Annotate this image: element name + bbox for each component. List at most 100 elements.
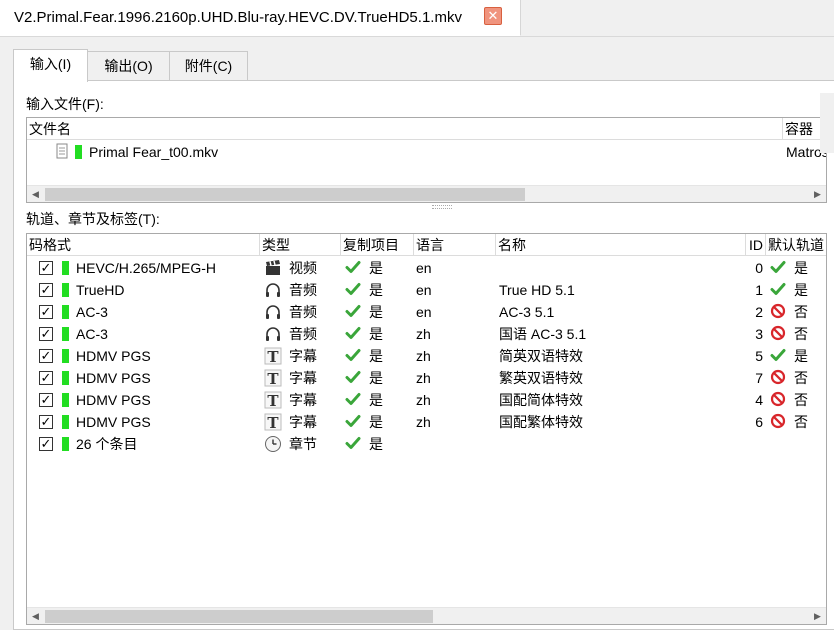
check-icon	[344, 413, 362, 431]
track-indicator	[62, 437, 69, 451]
track-language: en	[416, 282, 432, 298]
track-id: 5	[755, 348, 763, 364]
scroll-right-arrow-icon[interactable]: ▶	[809, 186, 826, 202]
track-default: 否	[794, 326, 808, 342]
track-copy: 是	[369, 304, 383, 320]
panel-vscrollbar[interactable]	[820, 93, 834, 153]
tracks-list[interactable]: 码格式 类型 复制项目 语言 名称 ID 默认轨道 ✓ HEVC/H.265/MP…	[26, 233, 827, 625]
text-t-icon: T	[264, 347, 282, 366]
header-codec[interactable]: 码格式	[27, 234, 260, 256]
header-filename[interactable]: 文件名	[27, 118, 783, 140]
tab-attachments[interactable]: 附件(C)	[169, 51, 248, 81]
track-copy: 是	[369, 436, 383, 452]
svg-text:T: T	[267, 414, 279, 431]
tracks-header: 码格式 类型 复制项目 语言 名称 ID 默认轨道	[27, 234, 826, 256]
check-icon	[344, 325, 362, 343]
header-copy[interactable]: 复制项目	[341, 234, 414, 256]
scroll-thumb[interactable]	[45, 188, 525, 201]
track-id: 0	[755, 260, 763, 276]
header-name[interactable]: 名称	[496, 234, 746, 256]
track-name: 国语 AC-3 5.1	[499, 326, 587, 342]
header-language[interactable]: 语言	[414, 234, 496, 256]
track-language: zh	[416, 414, 431, 430]
track-codec: HDMV PGS	[76, 392, 151, 408]
content-area: 输入(I) 输出(O) 附件(C) 输入文件(F): 文件名 容器 Primal…	[0, 36, 834, 630]
track-copy: 是	[369, 370, 383, 386]
track-id: 7	[755, 370, 763, 386]
track-enabled-checkbox[interactable]: ✓	[39, 437, 53, 451]
track-enabled-checkbox[interactable]: ✓	[39, 327, 53, 341]
input-files-hscrollbar[interactable]: ◀ ▶	[27, 185, 826, 202]
track-type: 音频	[289, 304, 317, 320]
track-indicator	[62, 261, 69, 275]
track-copy: 是	[369, 282, 383, 298]
clock-icon	[264, 435, 282, 453]
track-enabled-checkbox[interactable]: ✓	[39, 349, 53, 363]
headphones-icon	[264, 303, 282, 321]
track-indicator	[62, 393, 69, 407]
track-enabled-checkbox[interactable]: ✓	[39, 415, 53, 429]
track-row[interactable]: ✓ HDMV PGS T 字幕 是 zh 繁英双语特效 7 否	[27, 367, 826, 389]
track-language: zh	[416, 348, 431, 364]
track-enabled-checkbox[interactable]: ✓	[39, 261, 53, 275]
splitter-handle[interactable]	[432, 205, 452, 209]
tab-input[interactable]: 输入(I)	[13, 49, 88, 82]
track-language: en	[416, 304, 432, 320]
track-codec: HDMV PGS	[76, 414, 151, 430]
no-icon	[769, 369, 787, 387]
file-indicator	[75, 145, 82, 159]
track-row[interactable]: ✓ HEVC/H.265/MPEG-H 视频 是 en 0 是	[27, 257, 826, 279]
track-row[interactable]: ✓ 26 个条目 章节 是	[27, 433, 826, 455]
track-codec: AC-3	[76, 304, 108, 320]
track-row[interactable]: ✓ TrueHD 音频 是 en True HD 5.1 1 是	[27, 279, 826, 301]
track-id	[746, 433, 763, 455]
header-id[interactable]: ID	[746, 234, 766, 256]
track-indicator	[62, 327, 69, 341]
scroll-thumb[interactable]	[45, 610, 433, 623]
track-type: 字幕	[289, 392, 317, 408]
input-files-list[interactable]: 文件名 容器 Primal Fear_t00.mkv Matroska ◀ ▶	[26, 117, 827, 203]
document-tab-title: V2.Primal.Fear.1996.2160p.UHD.Blu-ray.HE…	[14, 9, 462, 26]
check-icon	[769, 281, 787, 299]
tab-output[interactable]: 输出(O)	[87, 51, 170, 81]
track-row[interactable]: ✓ HDMV PGS T 字幕 是 zh 国配简体特效 4 否	[27, 389, 826, 411]
track-name: 繁英双语特效	[499, 370, 583, 386]
track-row[interactable]: ✓ HDMV PGS T 字幕 是 zh 国配繁体特效 6 否	[27, 411, 826, 433]
track-enabled-checkbox[interactable]: ✓	[39, 305, 53, 319]
track-enabled-checkbox[interactable]: ✓	[39, 371, 53, 385]
track-codec: HDMV PGS	[76, 348, 151, 364]
track-indicator	[62, 371, 69, 385]
document-tab-bar: V2.Primal.Fear.1996.2160p.UHD.Blu-ray.HE…	[0, 0, 834, 36]
track-enabled-checkbox[interactable]: ✓	[39, 283, 53, 297]
headphones-icon	[264, 281, 282, 299]
document-tab[interactable]: V2.Primal.Fear.1996.2160p.UHD.Blu-ray.HE…	[0, 0, 521, 36]
file-name: Primal Fear_t00.mkv	[89, 144, 219, 160]
check-icon	[344, 347, 362, 365]
track-codec: AC-3	[76, 326, 108, 342]
scroll-left-arrow-icon[interactable]: ◀	[27, 608, 44, 624]
svg-text:T: T	[267, 348, 279, 365]
track-row[interactable]: ✓ AC-3 音频 是 en AC-3 5.1 2 否	[27, 301, 826, 323]
input-files-header: 文件名 容器	[27, 118, 826, 140]
close-tab-button[interactable]: ✕	[484, 7, 502, 25]
header-default[interactable]: 默认轨道	[766, 234, 826, 256]
track-enabled-checkbox[interactable]: ✓	[39, 393, 53, 407]
input-file-row[interactable]: Primal Fear_t00.mkv Matroska	[27, 141, 826, 163]
check-icon	[344, 391, 362, 409]
track-default: 否	[794, 370, 808, 386]
scroll-right-arrow-icon[interactable]: ▶	[809, 608, 826, 624]
track-copy: 是	[369, 260, 383, 276]
track-row[interactable]: ✓ HDMV PGS T 字幕 是 zh 简英双语特效 5 是	[27, 345, 826, 367]
tracks-hscrollbar[interactable]: ◀ ▶	[27, 607, 826, 624]
track-name: 国配繁体特效	[499, 414, 583, 430]
track-type: 音频	[289, 326, 317, 342]
track-name: 国配简体特效	[499, 392, 583, 408]
track-row[interactable]: ✓ AC-3 音频 是 zh 国语 AC-3 5.1 3 否	[27, 323, 826, 345]
track-codec: 26 个条目	[76, 436, 138, 452]
track-type: 章节	[289, 436, 317, 452]
headphones-icon	[264, 325, 282, 343]
track-name: True HD 5.1	[499, 282, 575, 298]
scroll-left-arrow-icon[interactable]: ◀	[27, 186, 44, 202]
text-t-icon: T	[264, 413, 282, 432]
header-type[interactable]: 类型	[260, 234, 341, 256]
